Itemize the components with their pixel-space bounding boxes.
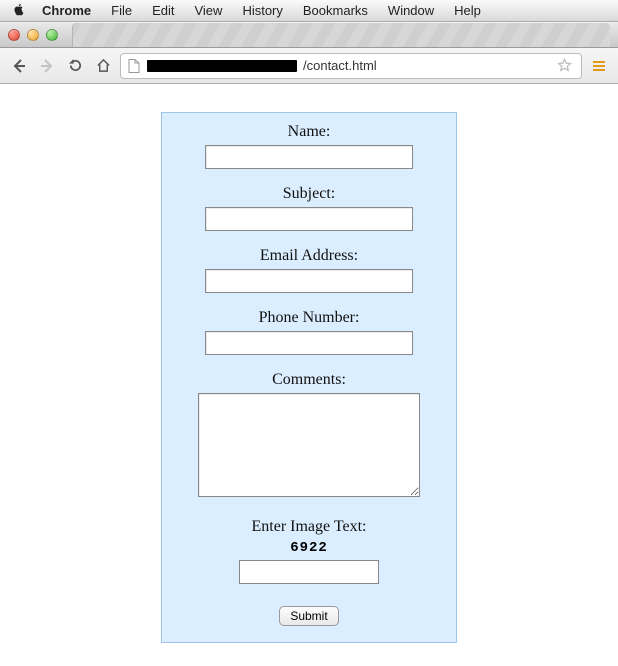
home-button[interactable] xyxy=(92,55,114,77)
back-button[interactable] xyxy=(8,55,30,77)
reload-icon xyxy=(68,58,83,73)
browser-toolbar: /contact.html xyxy=(0,48,618,84)
captcha-row: Enter Image Text: 6922 xyxy=(174,518,444,584)
subject-label: Subject: xyxy=(174,185,444,203)
window-titlebar xyxy=(0,22,618,48)
comments-label: Comments: xyxy=(174,371,444,389)
browser-window: /contact.html Name: Subject: Email Addre… xyxy=(0,22,618,643)
phone-row: Phone Number: xyxy=(174,309,444,355)
bookmark-star-button[interactable] xyxy=(553,55,575,77)
star-icon xyxy=(557,58,572,73)
phone-input[interactable] xyxy=(205,331,413,355)
window-close-button[interactable] xyxy=(8,29,20,41)
submit-button[interactable]: Submit xyxy=(279,606,338,626)
captcha-label: Enter Image Text: xyxy=(174,518,444,536)
captcha-input[interactable] xyxy=(239,560,379,584)
window-controls xyxy=(8,29,58,41)
menubar-app-name[interactable]: Chrome xyxy=(32,3,101,18)
name-input[interactable] xyxy=(205,145,413,169)
phone-label: Phone Number: xyxy=(174,309,444,327)
menu-icon xyxy=(592,59,606,73)
mac-menubar: Chrome File Edit View History Bookmarks … xyxy=(0,0,618,22)
forward-button[interactable] xyxy=(36,55,58,77)
window-minimize-button[interactable] xyxy=(27,29,39,41)
captcha-challenge: 6922 xyxy=(174,540,444,556)
url-path: /contact.html xyxy=(303,58,377,73)
email-row: Email Address: xyxy=(174,247,444,293)
menu-window[interactable]: Window xyxy=(378,3,444,18)
name-row: Name: xyxy=(174,123,444,169)
reload-button[interactable] xyxy=(64,55,86,77)
arrow-left-icon xyxy=(11,58,27,74)
menu-file[interactable]: File xyxy=(101,3,142,18)
window-zoom-button[interactable] xyxy=(46,29,58,41)
name-label: Name: xyxy=(174,123,444,141)
page-content: Name: Subject: Email Address: Phone Numb… xyxy=(0,84,618,643)
chrome-menu-button[interactable] xyxy=(588,55,610,77)
subject-input[interactable] xyxy=(205,207,413,231)
email-input[interactable] xyxy=(205,269,413,293)
menu-bookmarks[interactable]: Bookmarks xyxy=(293,3,378,18)
menu-history[interactable]: History xyxy=(232,3,292,18)
url-redacted-segment xyxy=(147,60,297,72)
subject-row: Subject: xyxy=(174,185,444,231)
email-label: Email Address: xyxy=(174,247,444,265)
page-icon xyxy=(127,59,141,73)
contact-form-panel: Name: Subject: Email Address: Phone Numb… xyxy=(161,112,457,643)
home-icon xyxy=(96,58,111,73)
menu-view[interactable]: View xyxy=(184,3,232,18)
comments-textarea[interactable] xyxy=(198,393,420,497)
arrow-right-icon xyxy=(39,58,55,74)
tab-strip[interactable] xyxy=(72,22,610,48)
address-bar[interactable]: /contact.html xyxy=(120,53,582,79)
apple-menu-icon[interactable] xyxy=(10,4,32,18)
comments-row: Comments: xyxy=(174,371,444,502)
menu-help[interactable]: Help xyxy=(444,3,491,18)
menu-edit[interactable]: Edit xyxy=(142,3,184,18)
